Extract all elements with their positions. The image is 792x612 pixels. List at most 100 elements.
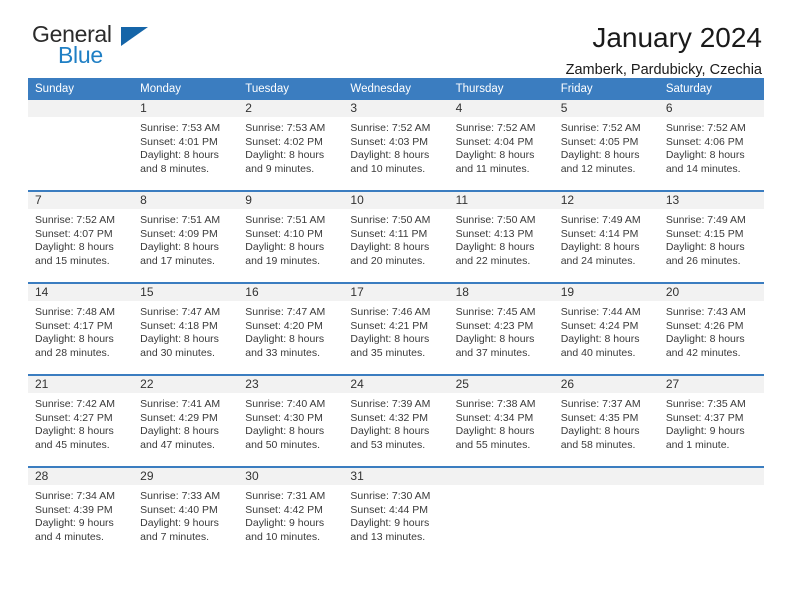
calendar-day-cell[interactable]: 24 Sunrise: 7:39 AM Sunset: 4:32 PM Dayligh… bbox=[343, 374, 449, 467]
calendar-day-cell[interactable]: 12 Sunrise: 7:49 AM Sunset: 4:14 PM Dayligh… bbox=[553, 190, 659, 283]
day-cell-content: 2 Sunrise: 7:53 AM Sunset: 4:02 PM Daylight… bbox=[238, 100, 344, 190]
calendar-day-cell[interactable]: 1 Sunrise: 7:53 AM Sunset: 4:01 PM Daylight… bbox=[133, 100, 239, 191]
day-daylight-line: and 4 minutes. bbox=[35, 530, 104, 543]
day-cell-content: 14 Sunrise: 7:48 AM Sunset: 4:17 PM Dayligh… bbox=[28, 284, 134, 374]
day-cell-content: 27 Sunrise: 7:35 AM Sunset: 4:37 PM Dayligh… bbox=[658, 376, 764, 466]
day-daylight-line: and 37 minutes. bbox=[455, 346, 531, 359]
calendar-day-cell[interactable]: 13 Sunrise: 7:49 AM Sunset: 4:15 PM Dayligh… bbox=[658, 190, 764, 283]
day-sunset-line: Sunset: 4:26 PM bbox=[665, 319, 744, 332]
logo-text-blue: Blue bbox=[58, 42, 103, 68]
day-sun-info: Sunrise: 7:41 AM Sunset: 4:29 PM Daylight:… bbox=[133, 393, 238, 452]
title-block: January 2024 Zamberk, Pardubicky, Czechi… bbox=[566, 22, 764, 80]
calendar-day-cell[interactable]: 5 Sunrise: 7:52 AM Sunset: 4:05 PM Daylight… bbox=[553, 100, 659, 191]
day-cell-content: 17 Sunrise: 7:46 AM Sunset: 4:21 PM Dayligh… bbox=[343, 284, 449, 374]
day-daylight-line: and 50 minutes. bbox=[245, 438, 320, 451]
calendar-day-cell[interactable]: 30 Sunrise: 7:31 AM Sunset: 4:42 PM Dayligh… bbox=[238, 466, 344, 558]
day-number bbox=[448, 468, 554, 485]
day-sunset-line: Sunset: 4:07 PM bbox=[35, 227, 113, 240]
day-number: 20 bbox=[658, 284, 764, 301]
day-cell-content: 4 Sunrise: 7:52 AM Sunset: 4:04 PM Daylight… bbox=[448, 100, 554, 190]
day-cell-content: 30 Sunrise: 7:31 AM Sunset: 4:42 PM Dayligh… bbox=[238, 468, 344, 558]
calendar-day-cell[interactable]: 20 Sunrise: 7:43 AM Sunset: 4:26 PM Dayligh… bbox=[658, 282, 764, 375]
day-daylight-line: and 7 minutes. bbox=[140, 530, 210, 543]
calendar-day-cell[interactable]: 21 Sunrise: 7:42 AM Sunset: 4:27 PM Dayligh… bbox=[28, 374, 134, 467]
day-sunrise-line: Sunrise: 7:42 AM bbox=[35, 398, 115, 410]
day-daylight-line: Daylight: 8 hours bbox=[665, 333, 745, 346]
day-daylight-line: Daylight: 8 hours bbox=[455, 241, 535, 254]
calendar-day-cell[interactable]: 11 Sunrise: 7:50 AM Sunset: 4:13 PM Dayligh… bbox=[448, 190, 554, 283]
day-sunrise-line: Sunrise: 7:38 AM bbox=[455, 398, 536, 410]
day-sunrise-line: Sunrise: 7:53 AM bbox=[245, 122, 326, 134]
calendar-day-cell[interactable]: 7 Sunrise: 7:52 AM Sunset: 4:07 PM Daylight… bbox=[28, 190, 134, 283]
calendar-week-row: 28 Sunrise: 7:34 AM Sunset: 4:39 PM Dayligh… bbox=[28, 466, 764, 558]
day-sunrise-line: Sunrise: 7:43 AM bbox=[665, 306, 746, 318]
calendar-day-cell[interactable]: 27 Sunrise: 7:35 AM Sunset: 4:37 PM Dayligh… bbox=[658, 374, 764, 467]
day-number: 14 bbox=[28, 284, 134, 301]
day-sun-info: Sunrise: 7:52 AM Sunset: 4:07 PM Daylight:… bbox=[28, 209, 133, 268]
day-sun-info: Sunrise: 7:53 AM Sunset: 4:02 PM Daylight:… bbox=[238, 117, 343, 176]
day-sunset-line: Sunset: 4:29 PM bbox=[140, 411, 218, 424]
day-daylight-line: Daylight: 8 hours bbox=[350, 241, 430, 254]
day-sun-info: Sunrise: 7:51 AM Sunset: 4:10 PM Daylight:… bbox=[238, 209, 343, 268]
calendar-day-cell[interactable]: 23 Sunrise: 7:40 AM Sunset: 4:30 PM Dayligh… bbox=[238, 374, 344, 467]
day-number: 10 bbox=[343, 192, 449, 209]
calendar-week-row: 14 Sunrise: 7:48 AM Sunset: 4:17 PM Dayligh… bbox=[28, 282, 764, 375]
day-daylight-line: Daylight: 8 hours bbox=[560, 149, 640, 162]
calendar-day-cell[interactable]: 15 Sunrise: 7:47 AM Sunset: 4:18 PM Dayligh… bbox=[133, 282, 239, 375]
calendar-day-cell[interactable]: 28 Sunrise: 7:34 AM Sunset: 4:39 PM Dayligh… bbox=[28, 466, 134, 558]
calendar-day-cell[interactable]: 18 Sunrise: 7:45 AM Sunset: 4:23 PM Dayligh… bbox=[448, 282, 554, 375]
calendar-day-cell[interactable]: 9 Sunrise: 7:51 AM Sunset: 4:10 PM Daylight… bbox=[238, 190, 344, 283]
day-cell-content: 26 Sunrise: 7:37 AM Sunset: 4:35 PM Dayligh… bbox=[553, 376, 659, 466]
day-daylight-line: Daylight: 8 hours bbox=[140, 333, 219, 346]
calendar-day-cell[interactable]: 22 Sunrise: 7:41 AM Sunset: 4:29 PM Dayligh… bbox=[133, 374, 239, 467]
day-sunset-line: Sunset: 4:17 PM bbox=[35, 319, 113, 332]
calendar-day-cell[interactable]: 3 Sunrise: 7:52 AM Sunset: 4:03 PM Daylight… bbox=[343, 100, 449, 191]
calendar-day-cell[interactable]: 19 Sunrise: 7:44 AM Sunset: 4:24 PM Dayligh… bbox=[553, 282, 659, 375]
logo-triangle-icon bbox=[121, 27, 148, 46]
day-number bbox=[553, 468, 659, 485]
day-sunset-line: Sunset: 4:11 PM bbox=[350, 227, 428, 240]
calendar-day-cell[interactable]: 16 Sunrise: 7:47 AM Sunset: 4:20 PM Dayligh… bbox=[238, 282, 344, 375]
calendar-day-cell[interactable]: 8 Sunrise: 7:51 AM Sunset: 4:09 PM Daylight… bbox=[133, 190, 239, 283]
day-cell-content: 1 Sunrise: 7:53 AM Sunset: 4:01 PM Daylight… bbox=[133, 100, 239, 190]
calendar-day-cell[interactable]: 2 Sunrise: 7:53 AM Sunset: 4:02 PM Daylight… bbox=[238, 100, 344, 191]
day-sunrise-line: Sunrise: 7:31 AM bbox=[245, 490, 326, 502]
day-cell-content bbox=[658, 468, 764, 558]
calendar-day-cell[interactable]: 4 Sunrise: 7:52 AM Sunset: 4:04 PM Daylight… bbox=[448, 100, 554, 191]
day-cell-content: 19 Sunrise: 7:44 AM Sunset: 4:24 PM Dayligh… bbox=[553, 284, 659, 374]
day-sun-info: Sunrise: 7:47 AM Sunset: 4:18 PM Daylight:… bbox=[133, 301, 238, 360]
day-sun-info: Sunrise: 7:47 AM Sunset: 4:20 PM Daylight:… bbox=[238, 301, 343, 360]
day-sunrise-line: Sunrise: 7:52 AM bbox=[350, 122, 431, 134]
day-number: 29 bbox=[133, 468, 239, 485]
day-number: 22 bbox=[133, 376, 239, 393]
day-sunrise-line: Sunrise: 7:48 AM bbox=[35, 306, 115, 318]
calendar-day-cell[interactable]: 29 Sunrise: 7:33 AM Sunset: 4:40 PM Dayligh… bbox=[133, 466, 239, 558]
day-number: 17 bbox=[343, 284, 449, 301]
calendar-week-row: 7 Sunrise: 7:52 AM Sunset: 4:07 PM Daylight… bbox=[28, 190, 764, 283]
day-sunset-line: Sunset: 4:27 PM bbox=[35, 411, 113, 424]
day-cell-content: 15 Sunrise: 7:47 AM Sunset: 4:18 PM Dayligh… bbox=[133, 284, 239, 374]
day-sunset-line: Sunset: 4:21 PM bbox=[350, 319, 429, 332]
day-sunset-line: Sunset: 4:04 PM bbox=[455, 135, 534, 148]
calendar-day-cell[interactable]: 6 Sunrise: 7:52 AM Sunset: 4:06 PM Daylight… bbox=[658, 100, 764, 191]
day-sunrise-line: Sunrise: 7:52 AM bbox=[560, 122, 641, 134]
day-number: 24 bbox=[343, 376, 449, 393]
calendar-day-cell[interactable]: 25 Sunrise: 7:38 AM Sunset: 4:34 PM Dayligh… bbox=[448, 374, 554, 467]
day-sunrise-line: Sunrise: 7:52 AM bbox=[35, 214, 115, 226]
calendar-day-cell[interactable]: 14 Sunrise: 7:48 AM Sunset: 4:17 PM Dayligh… bbox=[28, 282, 134, 375]
day-cell-content: 13 Sunrise: 7:49 AM Sunset: 4:15 PM Dayligh… bbox=[658, 192, 764, 282]
day-sunset-line: Sunset: 4:34 PM bbox=[455, 411, 534, 424]
day-sunset-line: Sunset: 4:32 PM bbox=[350, 411, 429, 424]
general-blue-logo[interactable]: General Blue bbox=[28, 22, 158, 74]
day-sunset-line: Sunset: 4:18 PM bbox=[140, 319, 218, 332]
day-daylight-line: and 9 minutes. bbox=[245, 162, 315, 175]
calendar-day-cell[interactable]: 10 Sunrise: 7:50 AM Sunset: 4:11 PM Dayligh… bbox=[343, 190, 449, 283]
day-daylight-line: Daylight: 8 hours bbox=[245, 149, 325, 162]
calendar-day-cell[interactable]: 26 Sunrise: 7:37 AM Sunset: 4:35 PM Dayligh… bbox=[553, 374, 659, 467]
calendar-day-cell[interactable]: 31 Sunrise: 7:30 AM Sunset: 4:44 PM Dayligh… bbox=[343, 466, 449, 558]
day-sunrise-line: Sunrise: 7:44 AM bbox=[560, 306, 641, 318]
day-sunset-line: Sunset: 4:42 PM bbox=[245, 503, 323, 516]
day-daylight-line: and 13 minutes. bbox=[350, 530, 426, 543]
day-sunset-line: Sunset: 4:44 PM bbox=[350, 503, 429, 516]
calendar-day-cell[interactable]: 17 Sunrise: 7:46 AM Sunset: 4:21 PM Dayligh… bbox=[343, 282, 449, 375]
